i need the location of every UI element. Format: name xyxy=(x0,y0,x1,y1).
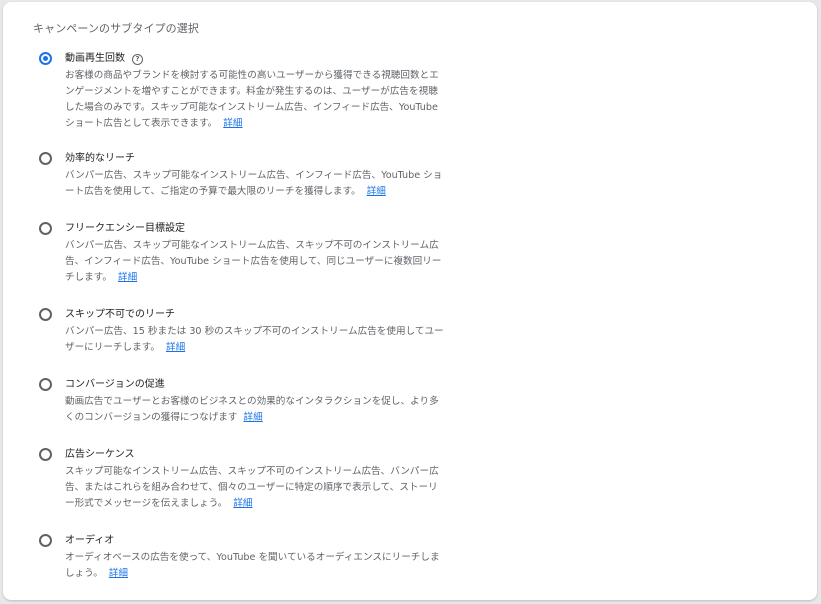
radio-video-views[interactable] xyxy=(39,52,52,65)
learn-more-link[interactable]: 詳細 xyxy=(223,118,242,129)
learn-more-link[interactable]: 詳細 xyxy=(166,342,185,353)
option-non-skippable-reach[interactable]: スキップ不可でのリーチ バンパー広告、15 秒または 30 秒のスキップ不可のイ… xyxy=(39,306,459,356)
radio-drive-conversions[interactable] xyxy=(39,378,52,391)
radio-audio[interactable] xyxy=(39,534,52,547)
option-title: オーディオ xyxy=(65,535,115,546)
radio-efficient-reach[interactable] xyxy=(39,152,52,165)
option-title: 広告シーケンス xyxy=(65,449,135,460)
option-title: 動画再生回数 xyxy=(65,53,125,64)
help-icon[interactable]: ? xyxy=(132,53,143,65)
option-description: バンパー広告、15 秒または 30 秒のスキップ不可のインストリーム広告を使用し… xyxy=(65,326,444,353)
campaign-subtype-card: キャンペーンのサブタイプの選択 動画再生回数 ? お客様の商品やブランドを検討す… xyxy=(3,2,817,600)
option-target-frequency[interactable]: フリークエンシー目標設定 バンパー広告、スキップ可能なインストリーム広告、スキッ… xyxy=(39,220,459,286)
learn-more-link[interactable]: 詳細 xyxy=(118,272,137,283)
option-title: 効率的なリーチ xyxy=(65,153,135,164)
learn-more-link[interactable]: 詳細 xyxy=(109,568,128,579)
option-efficient-reach[interactable]: 効率的なリーチ バンパー広告、スキップ可能なインストリーム広告、インフィード広告… xyxy=(39,150,459,200)
radio-ad-sequence[interactable] xyxy=(39,448,52,461)
radio-non-skippable-reach[interactable] xyxy=(39,308,52,321)
learn-more-link[interactable]: 詳細 xyxy=(244,412,263,423)
subtype-radio-group: 動画再生回数 ? お客様の商品やブランドを検討する可能性の高いユーザーから獲得で… xyxy=(39,50,459,602)
option-ad-sequence[interactable]: 広告シーケンス スキップ可能なインストリーム広告、スキップ不可のインストリーム広… xyxy=(39,446,459,512)
option-audio[interactable]: オーディオ オーディオベースの広告を使って、YouTube を聞いているオーディ… xyxy=(39,532,459,582)
learn-more-link[interactable]: 詳細 xyxy=(233,498,252,509)
option-drive-conversions[interactable]: コンバージョンの促進 動画広告でユーザーとお客様のビジネスとの効果的なインタラク… xyxy=(39,376,459,426)
learn-more-link[interactable]: 詳細 xyxy=(367,186,386,197)
option-title: フリークエンシー目標設定 xyxy=(65,223,185,234)
option-description: お客様の商品やブランドを検討する可能性の高いユーザーから獲得できる視聴回数とエン… xyxy=(65,70,439,129)
option-video-views[interactable]: 動画再生回数 ? お客様の商品やブランドを検討する可能性の高いユーザーから獲得で… xyxy=(39,50,459,132)
option-title: コンバージョンの促進 xyxy=(65,379,165,390)
radio-target-frequency[interactable] xyxy=(39,222,52,235)
section-title: キャンペーンのサブタイプの選択 xyxy=(33,22,199,35)
option-title: スキップ不可でのリーチ xyxy=(65,309,175,320)
